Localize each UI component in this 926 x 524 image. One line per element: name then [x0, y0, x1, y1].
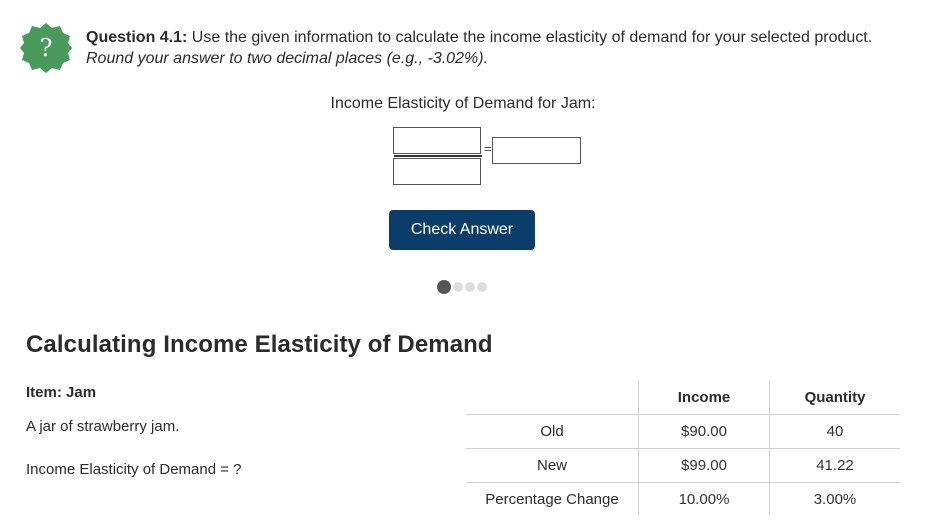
income-cell: 10.00% — [638, 482, 770, 516]
column-header-income: Income — [638, 381, 770, 415]
data-table: Income Quantity Old $90.00 40 New $99.00… — [466, 381, 900, 516]
question-mark-badge-icon: ? — [20, 22, 72, 74]
income-cell: $90.00 — [638, 414, 770, 449]
denominator-input[interactable] — [393, 158, 481, 185]
income-cell: $99.00 — [638, 448, 770, 483]
section-heading: Calculating Income Elasticity of Demand — [26, 331, 493, 358]
item-title: Item: Jam — [26, 384, 97, 401]
numerator-input[interactable] — [393, 127, 481, 154]
item-description: A jar of strawberry jam. — [26, 418, 180, 435]
question-text: Use the given information to calculate t… — [187, 29, 873, 46]
elasticity-label: Income Elasticity of Demand for Jam: — [330, 95, 596, 112]
row-label: Percentage Change — [485, 491, 619, 508]
result-input[interactable] — [492, 137, 581, 164]
quantity-cell: 41.22 — [769, 448, 900, 483]
table-row: Old $90.00 40 — [466, 414, 900, 449]
progress-dot-active[interactable] — [437, 280, 451, 294]
progress-dot[interactable] — [453, 282, 463, 292]
quantity-cell: 3.00% — [769, 482, 900, 516]
elasticity-question-line: Income Elasticity of Demand = ? — [26, 461, 242, 478]
svg-text:?: ? — [40, 34, 53, 62]
row-label: Old — [466, 414, 639, 449]
check-answer-button[interactable]: Check Answer — [389, 210, 535, 250]
table-row: Percentage Change 10.00% 3.00% — [466, 482, 900, 516]
table-header-row: Income Quantity — [466, 381, 900, 415]
fraction-bar — [394, 155, 482, 157]
quantity-cell: 40 — [769, 414, 900, 449]
column-header-blank — [466, 381, 639, 415]
question-instruction: Round your answer to two decimal places … — [86, 50, 488, 67]
column-header-quantity: Quantity — [769, 381, 900, 415]
table-row: New $99.00 41.22 — [466, 448, 900, 483]
question-number: Question 4.1: — [86, 29, 188, 46]
progress-dot[interactable] — [465, 282, 475, 292]
row-label: New — [466, 448, 639, 483]
equals-sign: = — [484, 141, 492, 156]
question-prompt: Question 4.1: Use the given information … — [86, 27, 886, 69]
progress-dot[interactable] — [477, 282, 487, 292]
